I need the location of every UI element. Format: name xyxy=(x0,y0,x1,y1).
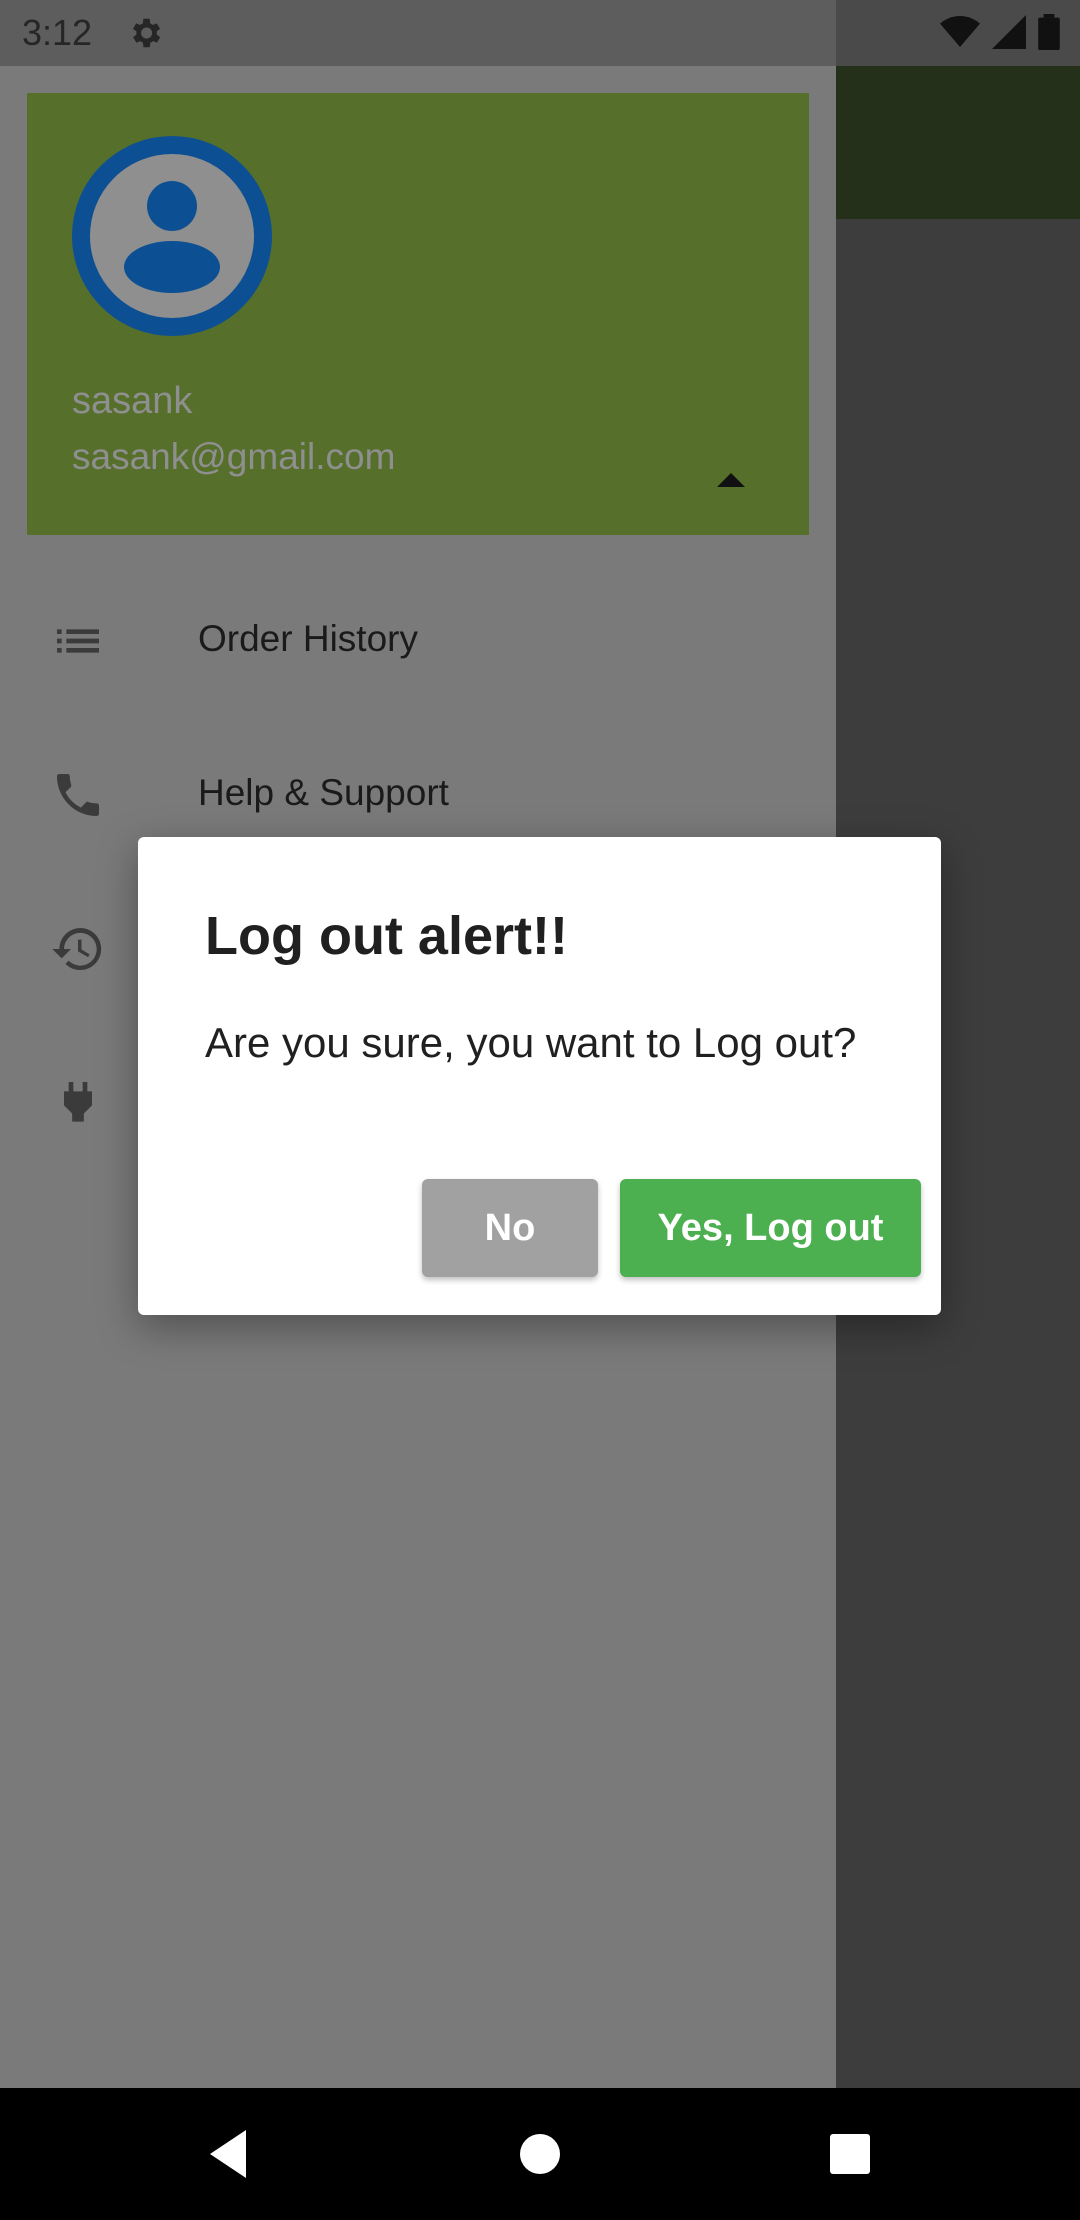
no-button[interactable]: No xyxy=(422,1179,598,1277)
user-email: sasank@gmail.com xyxy=(72,436,396,477)
status-icons xyxy=(940,14,1060,50)
drawer-header: sasank sasank@gmail.com xyxy=(27,93,809,535)
status-time: 3:12 xyxy=(22,12,93,53)
account-dropdown-toggle-icon[interactable] xyxy=(717,473,745,487)
system-navigation-bar xyxy=(0,2088,1080,2220)
status-bar: 3:12 xyxy=(0,0,1080,66)
drawer-item-order-history[interactable]: Order History xyxy=(0,566,836,716)
history-icon xyxy=(52,928,102,970)
home-icon[interactable] xyxy=(480,2088,600,2220)
user-name: sasank xyxy=(72,380,193,422)
signal-icon xyxy=(992,15,1026,49)
battery-icon xyxy=(1038,14,1060,50)
confirm-logout-button[interactable]: Yes, Log out xyxy=(620,1179,921,1277)
plug-icon xyxy=(64,1082,92,1122)
avatar-icon[interactable] xyxy=(72,136,272,336)
recents-icon[interactable] xyxy=(790,2088,910,2220)
dialog-title: Log out alert!! xyxy=(205,906,568,966)
app-toolbar xyxy=(836,66,1080,219)
dialog-message: Are you sure, you want to Log out? xyxy=(205,1019,857,1066)
back-icon[interactable] xyxy=(166,2088,286,2220)
drawer-item-label: Order History xyxy=(198,618,418,659)
settings-icon xyxy=(132,18,161,48)
phone-icon xyxy=(57,774,99,816)
drawer-item-label: Help & Support xyxy=(198,772,449,813)
wifi-icon xyxy=(940,16,980,47)
logout-alert-dialog: Log out alert!! Are you sure, you want t… xyxy=(138,837,941,1315)
list-icon xyxy=(57,629,99,653)
